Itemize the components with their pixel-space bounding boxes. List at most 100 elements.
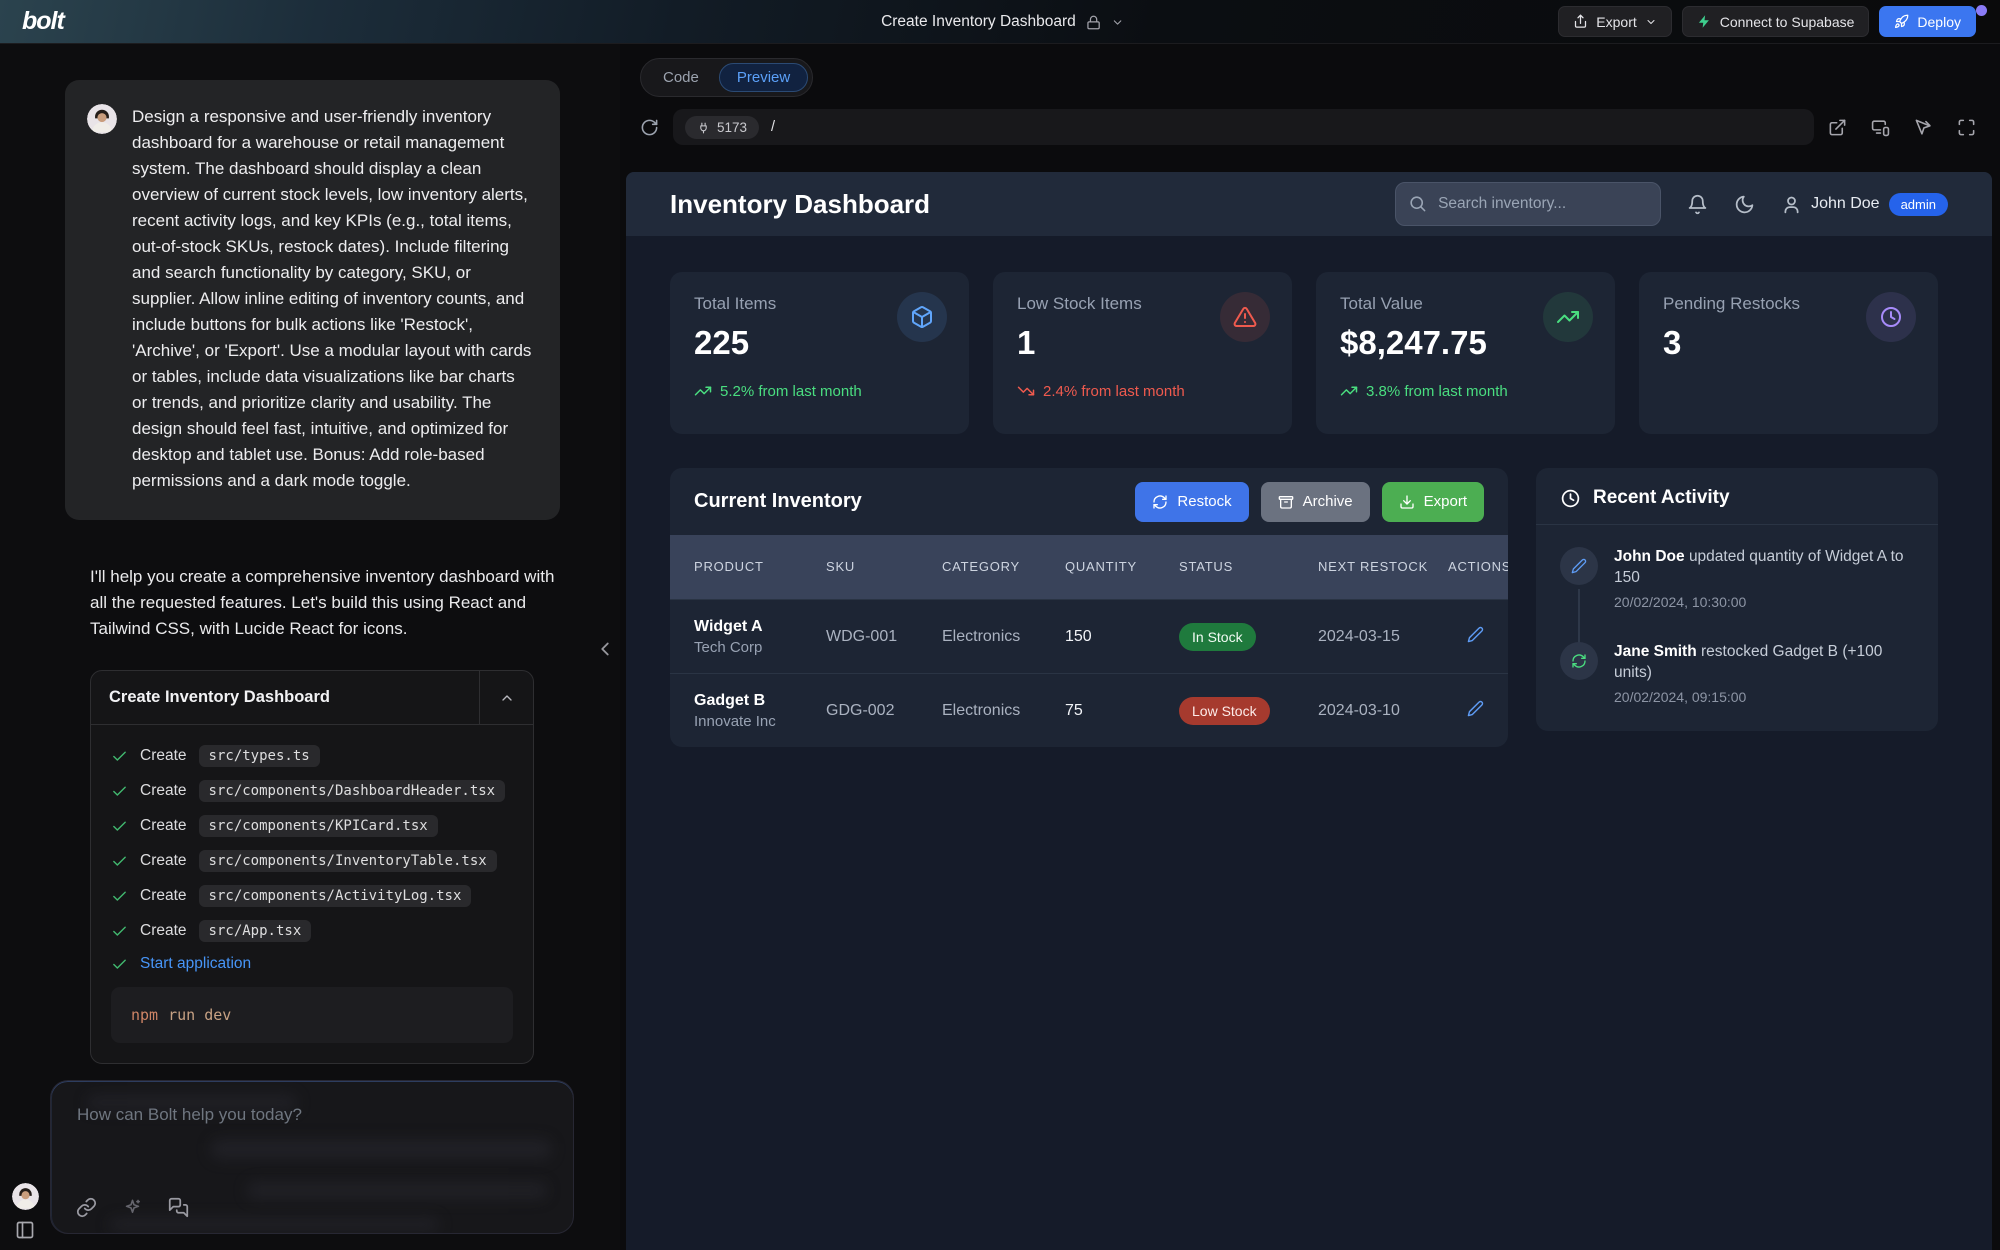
check-icon (111, 956, 128, 973)
fullscreen-icon[interactable] (1957, 118, 1976, 137)
activity-title: Recent Activity (1593, 487, 1730, 509)
trending-up-icon (694, 382, 712, 400)
url-bar[interactable]: 5173 / (673, 109, 1814, 145)
user-menu[interactable]: John Doe admin (1781, 193, 1948, 216)
artifact-action: Createsrc/components/InventoryTable.tsx (111, 850, 513, 872)
check-icon (111, 783, 128, 800)
quantity-value[interactable]: 150 (1065, 628, 1179, 646)
attach-link-icon[interactable] (76, 1197, 97, 1218)
lock-icon (1086, 15, 1101, 30)
artifact-action: Createsrc/components/DashboardHeader.tsx (111, 780, 513, 802)
table-row: Widget ATech Corp WDG-001 Electronics 15… (670, 599, 1508, 673)
archive-button[interactable]: Archive (1261, 482, 1370, 522)
inspect-pointer-icon[interactable] (1914, 118, 1933, 137)
open-in-new-window-icon[interactable] (1828, 118, 1847, 137)
project-title-menu[interactable]: Create Inventory Dashboard (881, 0, 1124, 44)
file-chip[interactable]: src/components/KPICard.tsx (199, 815, 438, 837)
account-avatar[interactable] (12, 1183, 39, 1210)
activity-actor: Jane Smith (1614, 643, 1697, 660)
file-chip[interactable]: src/App.tsx (199, 920, 312, 942)
activity-timestamp: 20/02/2024, 10:30:00 (1614, 594, 1914, 610)
responsive-devices-icon[interactable] (1871, 118, 1890, 137)
recent-activity-card: Recent Activity John Doe updated quantit… (1536, 468, 1938, 731)
check-icon (111, 818, 128, 835)
check-icon (111, 923, 128, 940)
trending-up-icon (1340, 382, 1358, 400)
reload-icon[interactable] (640, 118, 659, 137)
collapse-artifact-button[interactable] (479, 671, 533, 724)
tab-code[interactable]: Code (645, 63, 717, 92)
restock-button[interactable]: Restock (1135, 482, 1248, 522)
alert-triangle-icon (1220, 292, 1270, 342)
check-icon (111, 888, 128, 905)
edit-row-button[interactable] (1448, 626, 1484, 648)
port-pill[interactable]: 5173 (685, 116, 759, 139)
artifact-action: Createsrc/App.tsx (111, 920, 513, 942)
search-input[interactable] (1395, 182, 1661, 226)
table-header-row: Product SKU Category Quantity Status Nex… (670, 535, 1508, 599)
inventory-search[interactable] (1395, 182, 1661, 226)
activity-item: John Doe updated quantity of Widget A to… (1560, 547, 1914, 642)
user-message: Design a responsive and user-friendly in… (65, 80, 560, 520)
workbench: Code Preview 5173 / Inventory Dashboard (620, 44, 2000, 1250)
enhance-prompt-sparkles-icon[interactable] (123, 1198, 142, 1217)
artifact-action: Createsrc/components/KPICard.tsx (111, 815, 513, 837)
trending-up-icon (1543, 292, 1593, 342)
connect-supabase-button[interactable]: Connect to Supabase (1682, 6, 1870, 37)
plug-icon (697, 121, 710, 134)
supabase-bolt-icon (1697, 14, 1712, 29)
quantity-value[interactable]: 75 (1065, 702, 1179, 720)
discuss-mode-icon[interactable] (168, 1197, 189, 1218)
terminal-command: npmrun dev (111, 987, 513, 1043)
chevron-down-icon (1111, 16, 1124, 29)
package-icon (897, 292, 947, 342)
status-badge: Low Stock (1179, 697, 1270, 725)
file-chip[interactable]: src/components/InventoryTable.tsx (199, 850, 497, 872)
file-chip[interactable]: src/components/ActivityLog.tsx (199, 885, 472, 907)
artifact-action: Createsrc/components/ActivityLog.tsx (111, 885, 513, 907)
chat-input-box[interactable] (50, 1080, 574, 1234)
start-application-link: Start application (140, 955, 251, 973)
start-application-row[interactable]: Start application (111, 955, 513, 973)
user-avatar (87, 104, 117, 134)
dark-mode-moon-icon[interactable] (1734, 194, 1755, 215)
chevron-up-icon (499, 690, 515, 706)
kpi-card-total-items: Total Items 225 5.2% from last month (670, 272, 969, 434)
download-icon (1399, 494, 1415, 510)
project-title: Create Inventory Dashboard (881, 13, 1076, 31)
file-chip[interactable]: src/components/DashboardHeader.tsx (199, 780, 506, 802)
view-mode-toggle: Code Preview (640, 58, 813, 97)
clock-icon (1560, 488, 1581, 509)
kpi-row: Total Items 225 5.2% from last month Low… (670, 272, 1938, 434)
clock-icon (1866, 292, 1916, 342)
trending-down-icon (1017, 382, 1035, 400)
toggle-sidebar-icon[interactable] (15, 1220, 35, 1240)
user-name: John Doe (1811, 195, 1880, 213)
file-chip[interactable]: src/types.ts (199, 745, 320, 767)
user-icon (1781, 194, 1802, 215)
artifact-title: Create Inventory Dashboard (91, 671, 479, 724)
assistant-intro-text: I'll help you create a comprehensive inv… (90, 564, 564, 642)
kpi-card-low-stock: Low Stock Items 1 2.4% from last month (993, 272, 1292, 434)
notifications-bell-icon[interactable] (1687, 194, 1708, 215)
edit-row-button[interactable] (1448, 700, 1484, 722)
url-path: / (771, 119, 775, 135)
supplier-name: Innovate Inc (694, 713, 826, 730)
artifact-action: Createsrc/types.ts (111, 745, 513, 767)
deploy-button[interactable]: Deploy (1879, 6, 1976, 37)
export-csv-button[interactable]: Export (1382, 482, 1484, 522)
pencil-icon (1560, 547, 1598, 585)
inventory-title: Current Inventory (694, 490, 862, 513)
refresh-icon (1152, 494, 1168, 510)
inventory-table-card: Current Inventory Restock Archive Export (670, 468, 1508, 747)
chat-pane: Design a responsive and user-friendly in… (0, 44, 622, 1250)
tab-preview[interactable]: Preview (719, 63, 808, 92)
check-icon (111, 853, 128, 870)
activity-item: Jane Smith restocked Gadget B (+100 unit… (1560, 642, 1914, 717)
table-row: Gadget BInnovate Inc GDG-002 Electronics… (670, 673, 1508, 747)
bolt-logo: bolt (0, 7, 64, 36)
export-button[interactable]: Export (1558, 6, 1671, 37)
rocket-icon (1894, 14, 1909, 29)
status-badge: In Stock (1179, 623, 1256, 651)
collapse-chat-chevron[interactable] (594, 638, 616, 660)
